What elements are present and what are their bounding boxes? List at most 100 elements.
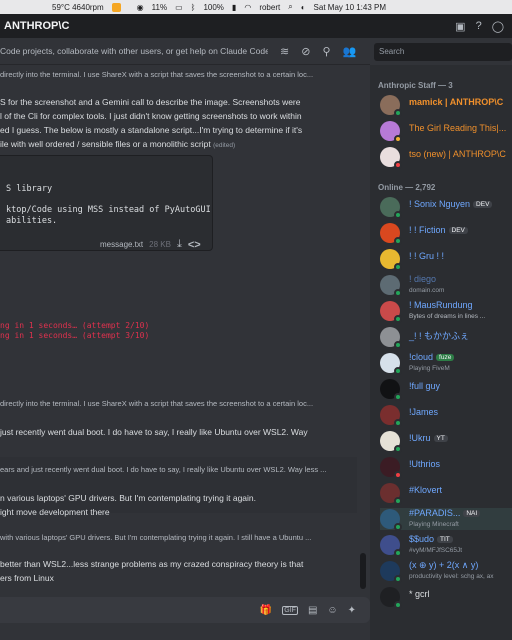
window-icon[interactable]: ▭ [175, 3, 183, 12]
battery-icon[interactable]: ▮ [232, 3, 236, 12]
member-name: !cloud fuze [409, 352, 455, 362]
member-item[interactable]: tso (new) | ANTHROP\C [380, 146, 512, 169]
avatar [380, 483, 402, 505]
gift-icon[interactable]: 🎁 [260, 605, 272, 616]
member-item[interactable]: !Uthrios [380, 456, 512, 479]
member-item[interactable]: mamick | ANTHROP\C [380, 94, 512, 117]
minimize-icon[interactable]: ◯ [492, 20, 504, 33]
role-tag: fuze [436, 354, 455, 361]
channel-topic[interactable]: Code projects, collaborate with other us… [0, 46, 268, 56]
reply-preview[interactable]: with various laptops' GPU drivers. But I… [0, 533, 311, 542]
help-icon[interactable]: ? [476, 20, 482, 32]
online-header: Online — 2,792 [378, 183, 436, 192]
control-center-icon[interactable]: ◐ [301, 3, 306, 12]
battery-readout[interactable]: 100% [203, 3, 223, 12]
code-view-icon[interactable]: <> [188, 239, 201, 251]
member-name: (x ⊕ y) + 2(x ∧ y) [409, 560, 479, 570]
message-input[interactable]: 🎁 GIF ▤ ☺ ✦ [0, 597, 370, 623]
member-name: !Uthrios [409, 459, 441, 469]
channel-header: Code projects, collaborate with other us… [0, 38, 370, 65]
member-item[interactable]: (x ⊕ y) + 2(x ∧ y) productivity level: s… [380, 560, 512, 583]
datetime[interactable]: Sat May 10 1:43 PM [314, 3, 386, 12]
message-text: ile with well ordered / sensible files o… [0, 139, 211, 149]
member-name: !Ukru YT [409, 433, 448, 443]
member-item[interactable]: The Girl Reading This|... [380, 120, 512, 143]
member-item[interactable]: #PARADIS... NAI Playing Minecraft [380, 508, 512, 531]
member-item[interactable]: _! ! もかかふぇ [380, 326, 512, 349]
member-name: The Girl Reading This|... [409, 123, 507, 133]
bluetooth-icon[interactable]: ᛒ [191, 3, 196, 12]
mute-icon[interactable]: ⊘ [301, 45, 310, 58]
app-status-icon[interactable] [111, 2, 121, 12]
avatar [380, 275, 402, 297]
member-name: mamick | ANTHROP\C [409, 97, 504, 107]
apps-icon[interactable]: ✦ [348, 605, 356, 616]
member-status: productivity level: schg ax, ax [409, 573, 494, 580]
download-icon[interactable]: ⤓ [177, 238, 182, 251]
member-item[interactable]: !James [380, 404, 512, 427]
wifi-icon[interactable]: ◠ [244, 3, 251, 12]
avatar [380, 535, 402, 557]
emoji-icon[interactable]: ☺ [327, 605, 337, 616]
cpu-readout[interactable]: 11% [152, 3, 167, 12]
pins-icon[interactable]: ⚲ [322, 45, 330, 58]
member-name: $$udo TIT [409, 534, 453, 544]
member-list-icon[interactable]: 👥 [343, 45, 357, 58]
error-line: ng in 1 seconds… (attempt 3/10) [0, 331, 150, 340]
sticker-icon[interactable]: ▤ [308, 605, 317, 616]
server-title: ANTHROP\C [4, 20, 70, 32]
member-item[interactable]: !full guy [380, 378, 512, 401]
message-line: ight move development there [0, 507, 110, 517]
avatar [380, 379, 402, 401]
avatar [380, 223, 402, 245]
file-size: 28 KB [149, 240, 171, 249]
member-item[interactable]: #Klovert [380, 482, 512, 505]
attachment-preview[interactable]: S library ktop/Code using MSS instead of… [0, 155, 213, 251]
member-item[interactable]: ! ! Fiction DEV [380, 222, 512, 245]
message-list: directly into the terminal. I use ShareX… [0, 65, 370, 600]
member-item[interactable]: $$udo TIT #vyM/MFJfSC65Jt [380, 534, 512, 557]
avatar [380, 121, 402, 143]
user-name[interactable]: robert [259, 3, 280, 12]
search-icon[interactable]: ⌕ [288, 2, 292, 12]
member-item[interactable]: ! diego domain.com [380, 274, 512, 297]
member-item[interactable]: ! Sonix Nguyen DEV [380, 196, 512, 219]
avatar [380, 509, 402, 531]
member-status: Playing FiveM [409, 365, 450, 372]
member-item[interactable]: ! ! Gru ! ! [380, 248, 512, 271]
message-line: n various laptops' GPU drivers. But I'm … [0, 493, 257, 503]
member-status: #vyM/MFJfSC65Jt [409, 547, 463, 554]
threads-icon[interactable]: ≋ [280, 45, 289, 58]
avatar [380, 405, 402, 427]
file-name[interactable]: message.txt [100, 240, 143, 249]
member-status: domain.com [409, 287, 445, 294]
member-item[interactable]: !Ukru YT [380, 430, 512, 453]
temperature-readout[interactable]: 59°C 4640rpm [52, 3, 104, 12]
member-item[interactable]: ! MausRundung Bytes of dreams in lines .… [380, 300, 512, 323]
code-line: S library [6, 184, 53, 194]
avatar [380, 561, 402, 583]
title-bar: ANTHROP\C ▣ ? ◯ [0, 14, 512, 38]
member-name: tso (new) | ANTHROP\C [409, 149, 506, 159]
menu-bar: 59°C 4640rpm ◉ 11% ▭ ᛒ 100% ▮ ◠ robert ⌕… [0, 0, 512, 14]
code-line: ktop/Code using MSS instead of PyAutoGUI [6, 205, 211, 215]
member-item[interactable]: !cloud fuze Playing FiveM [380, 352, 512, 375]
member-name: _! ! もかかふぇ [409, 331, 470, 341]
palette-icon[interactable]: ◉ [137, 3, 144, 12]
inbox-icon[interactable]: ▣ [455, 20, 465, 33]
avatar [380, 197, 402, 219]
scrollbar[interactable] [360, 553, 366, 589]
role-tag: NAI [463, 510, 481, 517]
avatar [380, 249, 402, 271]
role-tag: YT [433, 435, 448, 442]
message-line: just recently went dual boot. I do have … [0, 427, 308, 437]
code-line: abilities. [6, 216, 58, 226]
search-input[interactable]: Search [374, 43, 512, 61]
reply-preview[interactable]: ears and just recently went dual boot. I… [0, 465, 326, 474]
avatar [380, 327, 402, 349]
reply-preview[interactable]: directly into the terminal. I use ShareX… [0, 70, 313, 79]
member-item[interactable]: * gcrl [380, 586, 512, 609]
reply-preview[interactable]: directly into the terminal. I use ShareX… [0, 399, 313, 408]
member-status: Playing Minecraft [409, 521, 459, 528]
gif-icon[interactable]: GIF [282, 605, 298, 615]
